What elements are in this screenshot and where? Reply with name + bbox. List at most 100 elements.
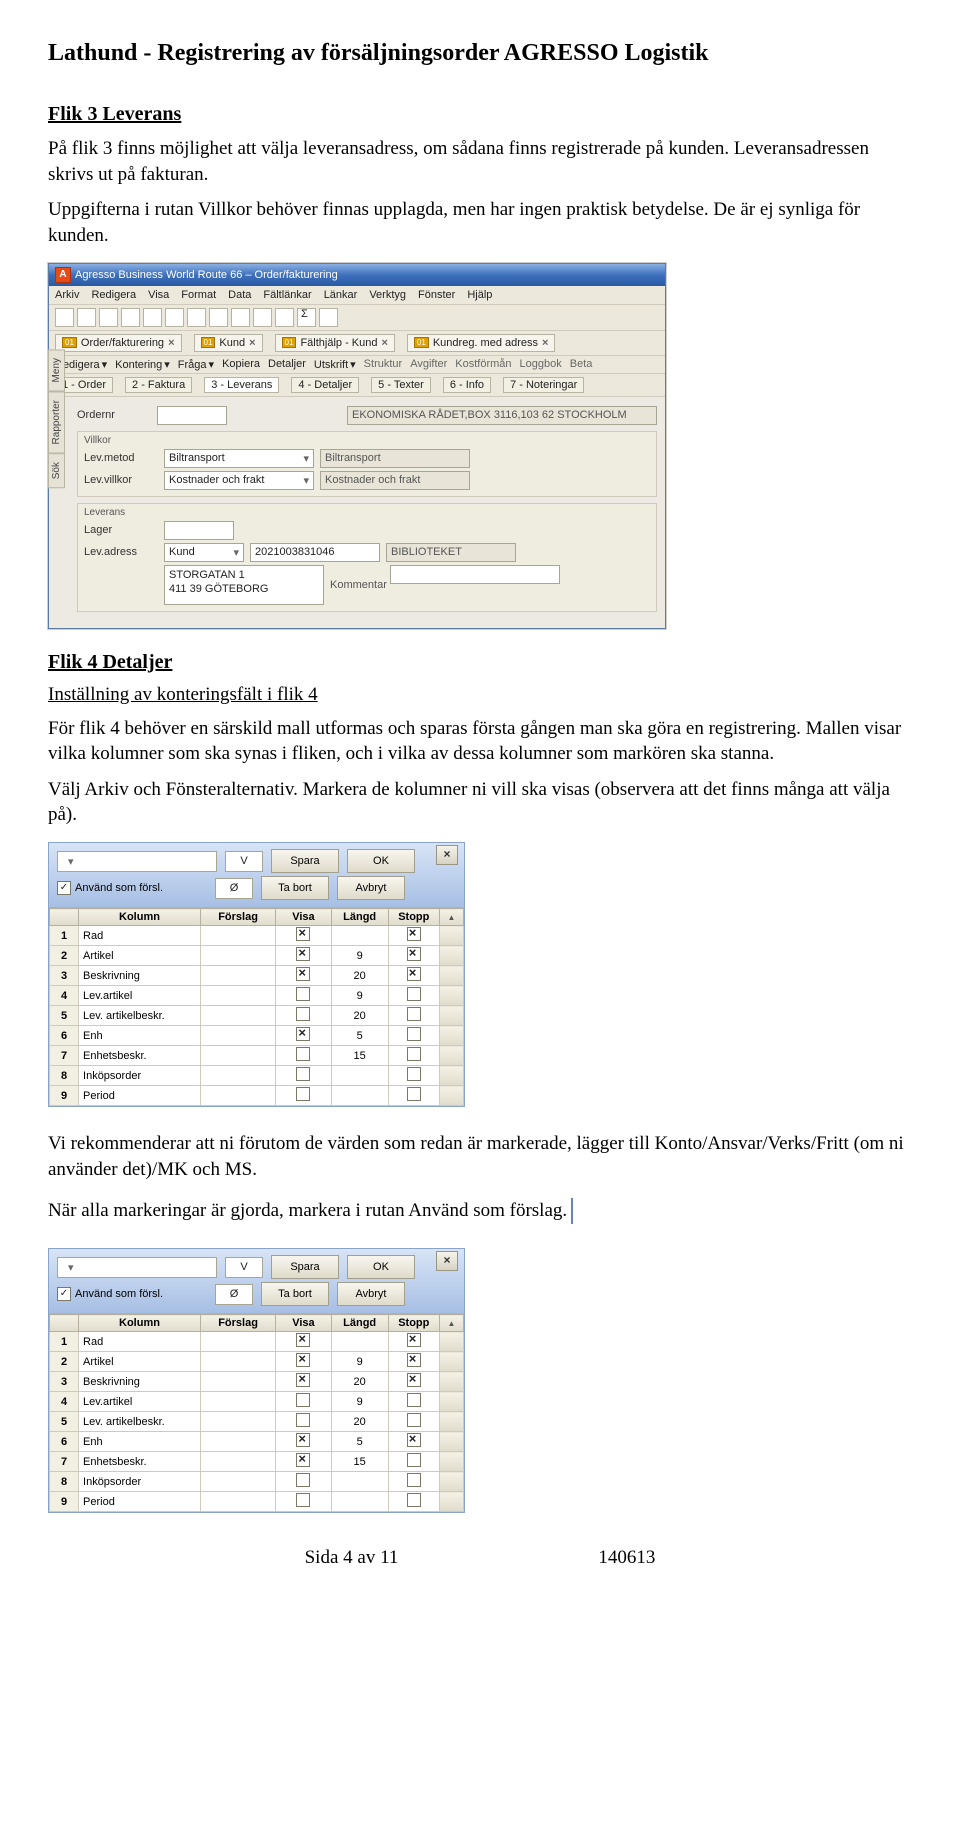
scrollbar-track[interactable] bbox=[439, 926, 463, 946]
menu-item[interactable]: Format bbox=[181, 289, 216, 301]
toolbar-copy-icon[interactable] bbox=[143, 308, 162, 327]
langd-cell[interactable]: 5 bbox=[331, 1026, 388, 1046]
checkbox-icon[interactable] bbox=[407, 1393, 421, 1407]
levadress-type-dropdown[interactable]: Kund bbox=[164, 543, 244, 562]
scrollbar-track[interactable] bbox=[439, 1372, 463, 1392]
checkbox-icon[interactable] bbox=[296, 1007, 310, 1021]
checkbox-icon[interactable] bbox=[296, 1047, 310, 1061]
scrollbar-track[interactable] bbox=[439, 1352, 463, 1372]
forslag-cell[interactable] bbox=[200, 1046, 275, 1066]
anvand-sorsl-checkbox[interactable]: ✓ bbox=[57, 1287, 71, 1301]
checkbox-icon[interactable] bbox=[296, 1087, 310, 1101]
visa-checkbox-cell[interactable] bbox=[276, 1452, 332, 1472]
langd-cell[interactable] bbox=[331, 1332, 388, 1352]
toolbar-chart-icon[interactable] bbox=[275, 308, 294, 327]
visa-checkbox-cell[interactable] bbox=[276, 926, 332, 946]
langd-cell[interactable] bbox=[331, 1472, 388, 1492]
visa-checkbox-cell[interactable] bbox=[276, 1086, 332, 1106]
scrollbar-track[interactable] bbox=[439, 1492, 463, 1512]
langd-cell[interactable] bbox=[331, 1066, 388, 1086]
visa-checkbox-cell[interactable] bbox=[276, 1492, 332, 1512]
tab-close-icon[interactable]: × bbox=[542, 337, 548, 349]
checkbox-icon[interactable] bbox=[296, 1433, 310, 1447]
spara-button[interactable]: Spara bbox=[271, 849, 339, 873]
menu-item[interactable]: Data bbox=[228, 289, 251, 301]
o-button[interactable]: Ø bbox=[215, 878, 253, 899]
ok-button[interactable]: OK bbox=[347, 1255, 415, 1279]
visa-checkbox-cell[interactable] bbox=[276, 1432, 332, 1452]
toolbar-search-icon[interactable] bbox=[231, 308, 250, 327]
stopp-checkbox-cell[interactable] bbox=[388, 1392, 439, 1412]
template-name-dropdown[interactable] bbox=[57, 1257, 217, 1278]
tabort-button[interactable]: Ta bort bbox=[261, 1282, 329, 1306]
langd-cell[interactable]: 5 bbox=[331, 1432, 388, 1452]
stopp-checkbox-cell[interactable] bbox=[388, 986, 439, 1006]
toolbar-undo-icon[interactable] bbox=[187, 308, 206, 327]
langd-cell[interactable]: 20 bbox=[331, 1412, 388, 1432]
close-icon[interactable]: × bbox=[436, 1251, 458, 1271]
levvillkor-dropdown[interactable]: Kostnader och frakt bbox=[164, 471, 314, 490]
visa-checkbox-cell[interactable] bbox=[276, 1392, 332, 1412]
stopp-checkbox-cell[interactable] bbox=[388, 1452, 439, 1472]
stopp-checkbox-cell[interactable] bbox=[388, 1006, 439, 1026]
checkbox-icon[interactable] bbox=[296, 1373, 310, 1387]
levmetod-dropdown[interactable]: Biltransport bbox=[164, 449, 314, 468]
checkbox-icon[interactable] bbox=[296, 927, 310, 941]
form-tab[interactable]: 2 - Faktura bbox=[125, 377, 192, 393]
toolbar-paste-icon[interactable] bbox=[165, 308, 184, 327]
checkbox-icon[interactable] bbox=[407, 1353, 421, 1367]
tab-close-icon[interactable]: × bbox=[249, 337, 255, 349]
langd-cell[interactable]: 15 bbox=[331, 1452, 388, 1472]
v-button[interactable]: V bbox=[225, 851, 263, 872]
forslag-cell[interactable] bbox=[200, 1452, 275, 1472]
menu-item[interactable]: Verktyg bbox=[369, 289, 406, 301]
scrollbar-track[interactable] bbox=[439, 946, 463, 966]
visa-checkbox-cell[interactable] bbox=[276, 1046, 332, 1066]
forslag-cell[interactable] bbox=[200, 1372, 275, 1392]
forslag-cell[interactable] bbox=[200, 1492, 275, 1512]
scrollbar-track[interactable] bbox=[439, 1392, 463, 1412]
forslag-cell[interactable] bbox=[200, 1412, 275, 1432]
stopp-checkbox-cell[interactable] bbox=[388, 1372, 439, 1392]
checkbox-icon[interactable] bbox=[407, 1047, 421, 1061]
checkbox-icon[interactable] bbox=[296, 1453, 310, 1467]
langd-cell[interactable] bbox=[331, 926, 388, 946]
langd-cell[interactable]: 9 bbox=[331, 1352, 388, 1372]
visa-checkbox-cell[interactable] bbox=[276, 1026, 332, 1046]
checkbox-icon[interactable] bbox=[407, 927, 421, 941]
scrollbar-track[interactable] bbox=[439, 966, 463, 986]
forslag-cell[interactable] bbox=[200, 986, 275, 1006]
stopp-checkbox-cell[interactable] bbox=[388, 1492, 439, 1512]
checkbox-icon[interactable] bbox=[296, 1027, 310, 1041]
sub-action[interactable]: Fråga bbox=[178, 358, 214, 371]
sub-action[interactable]: Struktur bbox=[364, 358, 403, 371]
form-tab[interactable]: 5 - Texter bbox=[371, 377, 431, 393]
checkbox-icon[interactable] bbox=[296, 1067, 310, 1081]
visa-checkbox-cell[interactable] bbox=[276, 1332, 332, 1352]
checkbox-icon[interactable] bbox=[407, 1333, 421, 1347]
scrollbar-track[interactable] bbox=[439, 1472, 463, 1492]
form-tab[interactable]: 4 - Detaljer bbox=[291, 377, 359, 393]
sub-action[interactable]: Avgifter bbox=[410, 358, 447, 371]
kommentar-input[interactable] bbox=[390, 565, 560, 584]
langd-cell[interactable] bbox=[331, 1492, 388, 1512]
toolbar-more-icon[interactable] bbox=[319, 308, 338, 327]
visa-checkbox-cell[interactable] bbox=[276, 1472, 332, 1492]
stopp-checkbox-cell[interactable] bbox=[388, 946, 439, 966]
tab-close-icon[interactable]: × bbox=[168, 337, 174, 349]
langd-cell[interactable]: 20 bbox=[331, 1006, 388, 1026]
checkbox-icon[interactable] bbox=[296, 1473, 310, 1487]
stopp-checkbox-cell[interactable] bbox=[388, 966, 439, 986]
scrollbar-track[interactable] bbox=[439, 1332, 463, 1352]
checkbox-icon[interactable] bbox=[407, 947, 421, 961]
forslag-cell[interactable] bbox=[200, 1352, 275, 1372]
stopp-checkbox-cell[interactable] bbox=[388, 926, 439, 946]
langd-cell[interactable] bbox=[331, 1086, 388, 1106]
stopp-checkbox-cell[interactable] bbox=[388, 1412, 439, 1432]
form-tab[interactable]: 3 - Leverans bbox=[204, 377, 279, 393]
sub-action[interactable]: Utskrift bbox=[314, 358, 356, 371]
checkbox-icon[interactable] bbox=[296, 987, 310, 1001]
avbryt-button[interactable]: Avbryt bbox=[337, 1282, 405, 1306]
visa-checkbox-cell[interactable] bbox=[276, 1372, 332, 1392]
tab-close-icon[interactable]: × bbox=[382, 337, 388, 349]
